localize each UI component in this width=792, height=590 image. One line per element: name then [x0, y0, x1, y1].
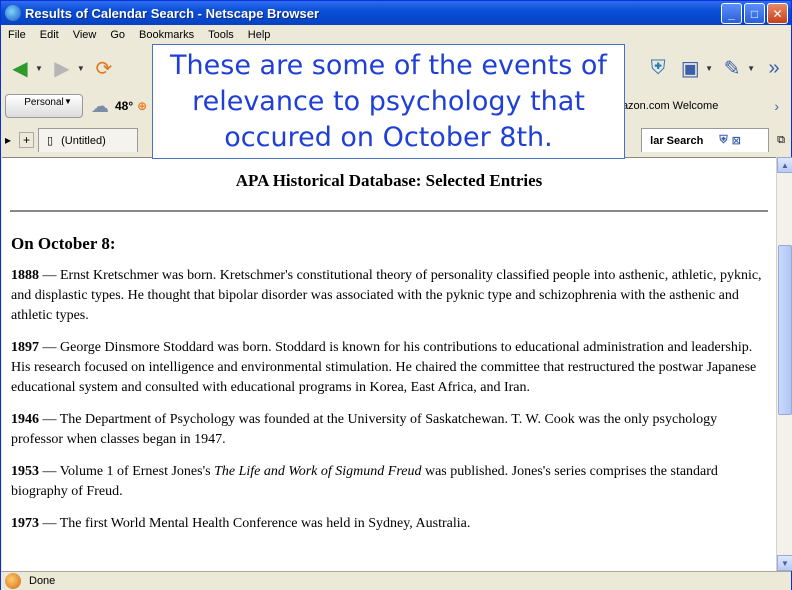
menu-file[interactable]: File [1, 27, 33, 45]
browser-icon [5, 5, 21, 21]
scroll-up-icon[interactable]: ▲ [777, 157, 792, 173]
entry-1973: 1973 — The first World Mental Health Con… [11, 514, 766, 534]
weather-cloud-icon: ☁ [91, 95, 109, 116]
status-bar: Done [1, 571, 791, 590]
date-heading: On October 8: [11, 234, 116, 253]
menu-view[interactable]: View [66, 27, 104, 45]
scroll-down-icon[interactable]: ▼ [777, 555, 792, 571]
page-title: APA Historical Database: Selected Entrie… [235, 171, 543, 190]
divider [10, 210, 768, 212]
bookmark-amazon[interactable]: azon.com Welcome [622, 100, 718, 112]
menu-edit[interactable]: Edit [33, 27, 66, 45]
tab-shield-icon: ⛨ [719, 134, 728, 146]
minimize-button[interactable]: _ [721, 3, 742, 24]
entry-1897: 1897 — George Dinsmore Stoddard was born… [11, 338, 766, 398]
temperature: 48° [115, 99, 134, 113]
entry-year: 1946 [11, 412, 39, 427]
screen-icon[interactable]: ▣ [677, 55, 703, 81]
personal-overflow-icon[interactable]: › [774, 98, 779, 114]
netscape-status-icon[interactable] [5, 573, 21, 589]
entry-text: — The Department of Psychology was found… [11, 412, 718, 447]
browser-window: Results of Calendar Search - Netscape Br… [0, 0, 792, 590]
entry-year: 1973 [11, 516, 39, 531]
forward-icon[interactable]: ▶ [49, 55, 75, 81]
new-tab-icon[interactable]: + [19, 132, 35, 148]
personal-button[interactable]: Personal ▼ [5, 94, 83, 118]
status-text: Done [29, 575, 56, 587]
entry-year: 1888 [11, 268, 39, 283]
vertical-scrollbar[interactable]: ▲ ▼ [776, 157, 792, 571]
back-icon[interactable]: ◀ [7, 55, 33, 81]
menu-go[interactable]: Go [103, 27, 132, 45]
personal-label: Personal [24, 97, 64, 108]
forward-dropdown-icon[interactable]: ▼ [77, 64, 85, 73]
tab-scroll-left-icon[interactable]: ▸ [5, 133, 11, 147]
entry-text: — Volume 1 of Ernest Jones's [39, 464, 215, 479]
security-shield-icon[interactable]: ⛨ [645, 55, 671, 81]
close-button[interactable]: ✕ [767, 3, 788, 24]
menu-help[interactable]: Help [241, 27, 278, 45]
window-title: Results of Calendar Search - Netscape Br… [25, 5, 320, 21]
title-bar[interactable]: Results of Calendar Search - Netscape Br… [1, 1, 791, 25]
page-content: APA Historical Database: Selected Entrie… [2, 157, 776, 571]
tab-active-label: lar Search [650, 134, 704, 147]
entry-text: — Ernst Kretschmer was born. Kretschmer'… [11, 268, 762, 323]
chevron-down-icon: ▼ [64, 97, 72, 106]
window-controls: _ □ ✕ [721, 3, 788, 24]
toolbar-overflow-icon[interactable]: » [761, 55, 787, 81]
entry-1946: 1946 — The Department of Psychology was … [11, 410, 766, 450]
entry-year: 1897 [11, 340, 39, 355]
entry-1953: 1953 — Volume 1 of Ernest Jones's The Li… [11, 462, 766, 502]
edit-dropdown-icon[interactable]: ▼ [747, 64, 755, 73]
tab-untitled[interactable]: ▯ (Untitled) [38, 128, 139, 152]
back-dropdown-icon[interactable]: ▼ [35, 64, 43, 73]
reload-icon[interactable]: ⟳ [91, 55, 117, 81]
weather-status-icon: ⊕ [137, 99, 148, 113]
annotation-callout: These are some of the events of relevanc… [152, 44, 625, 159]
entry-1888: 1888 — Ernst Kretschmer was born. Kretsc… [11, 266, 766, 326]
scroll-thumb[interactable] [778, 245, 792, 415]
menu-tools[interactable]: Tools [201, 27, 241, 45]
entry-year: 1953 [11, 464, 39, 479]
tab-untitled-label: (Untitled) [61, 134, 106, 147]
weather-widget[interactable]: ☁ 48° ⊕ [91, 96, 147, 117]
menu-bookmarks[interactable]: Bookmarks [132, 27, 201, 45]
tab-close-icon[interactable]: ⊠ [732, 134, 741, 147]
callout-text: These are some of the events of relevanc… [170, 50, 607, 153]
edit-pen-icon[interactable]: ✎ [719, 55, 745, 81]
entry-text: — The first World Mental Health Conferen… [39, 516, 471, 531]
tab-calendar-search[interactable]: lar Search ⛨ ⊠ [641, 128, 770, 152]
screen-dropdown-icon[interactable]: ▼ [705, 64, 713, 73]
entry-text: — George Dinsmore Stoddard was born. Sto… [11, 340, 757, 395]
page-icon: ▯ [47, 135, 54, 147]
menu-bar: File Edit View Go Bookmarks Tools Help [1, 27, 791, 45]
book-title: The Life and Work of Sigmund Freud [214, 464, 422, 479]
tab-list-icon[interactable]: ⧉ [777, 134, 785, 147]
maximize-button[interactable]: □ [744, 3, 765, 24]
